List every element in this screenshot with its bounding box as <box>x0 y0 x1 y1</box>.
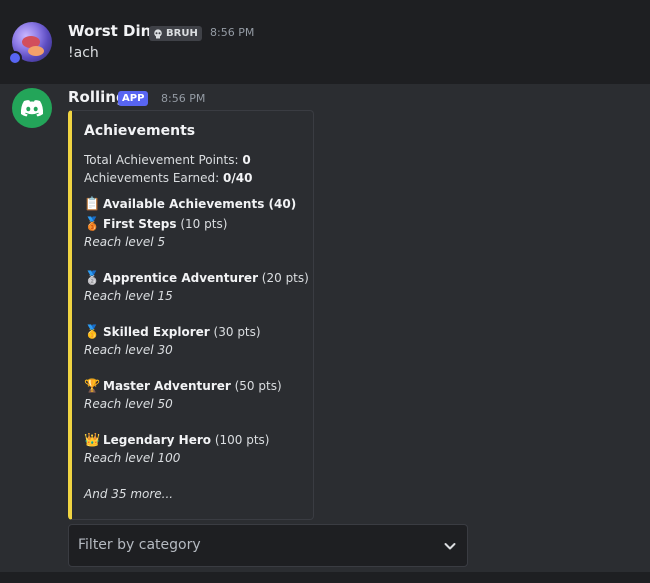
achievement-name: First Steps <box>103 217 177 231</box>
earned-value: 0/40 <box>222 171 253 185</box>
achievement-name: Master Adventurer <box>103 379 231 393</box>
achievement-desc: Reach level 50 <box>84 397 173 411</box>
achievement-name: Skilled Explorer <box>103 325 210 339</box>
achievement-points: (100 pts) <box>211 433 270 447</box>
achievement-item: 🥈 Apprentice Adventurer (20 pts) <box>84 271 309 286</box>
achievement-points: (10 pts) <box>176 217 228 231</box>
achievement-points: (30 pts) <box>209 325 261 339</box>
achievement-item: 🥇 Skilled Explorer (30 pts) <box>84 325 261 340</box>
achievement-desc: Reach level 5 <box>84 235 166 249</box>
chevron-down-icon <box>444 543 456 550</box>
role-tag[interactable]: BRUH <box>149 26 202 41</box>
available-text: Available Achievements (40) <box>103 197 297 211</box>
category-filter-select[interactable]: Filter by category <box>68 524 468 567</box>
achievement-points: (20 pts) <box>257 271 309 285</box>
avatar-decoration-icon <box>8 51 22 65</box>
achievement-desc: Reach level 15 <box>84 289 173 303</box>
bot-message-timestamp: 8:56 PM <box>161 92 206 105</box>
achievement-points: (50 pts) <box>230 379 282 393</box>
crown-icon: 👑 <box>84 433 101 448</box>
discord-logo-icon <box>20 100 44 117</box>
total-points-value: 0 <box>242 153 251 167</box>
achievement-desc: Reach level 100 <box>84 451 181 465</box>
bot-avatar[interactable] <box>12 88 52 128</box>
achievement-name: Apprentice Adventurer <box>103 271 258 285</box>
achievement-desc: Reach level 30 <box>84 343 173 357</box>
role-tag-label: BRUH <box>166 28 198 39</box>
embed-title: Achievements <box>84 123 196 139</box>
message-timestamp: 8:56 PM <box>210 26 255 39</box>
achievement-item: 🏆 Master Adventurer (50 pts) <box>84 379 282 394</box>
achievement-item: 🥉 First Steps (10 pts) <box>84 217 227 232</box>
available-heading: 📋 Available Achievements (40) <box>84 197 296 212</box>
gold-medal-icon: 🥇 <box>84 325 101 340</box>
message-content: !ach <box>68 45 99 61</box>
earned-label: Achievements Earned: <box>84 171 223 185</box>
clipboard-icon: 📋 <box>84 197 101 212</box>
achievement-name: Legendary Hero <box>103 433 212 447</box>
more-text: And 35 more... <box>84 487 174 501</box>
achievement-item: 👑 Legendary Hero (100 pts) <box>84 433 270 448</box>
username-worst-dino[interactable]: Worst Dino <box>68 22 162 40</box>
app-tag: APP <box>118 91 149 106</box>
total-points-line: Total Achievement Points: 0 <box>84 153 251 167</box>
skull-icon <box>154 28 162 38</box>
bronze-medal-icon: 🥉 <box>84 217 101 232</box>
chat-footer <box>0 572 650 583</box>
trophy-icon: 🏆 <box>84 379 101 394</box>
achievements-embed: Achievements Total Achievement Points: 0… <box>68 110 314 520</box>
earned-line: Achievements Earned: 0/40 <box>84 171 252 185</box>
message-user <box>0 0 650 84</box>
select-placeholder: Filter by category <box>78 537 201 553</box>
silver-medal-icon: 🥈 <box>84 271 101 286</box>
total-points-label: Total Achievement Points: <box>84 153 243 167</box>
